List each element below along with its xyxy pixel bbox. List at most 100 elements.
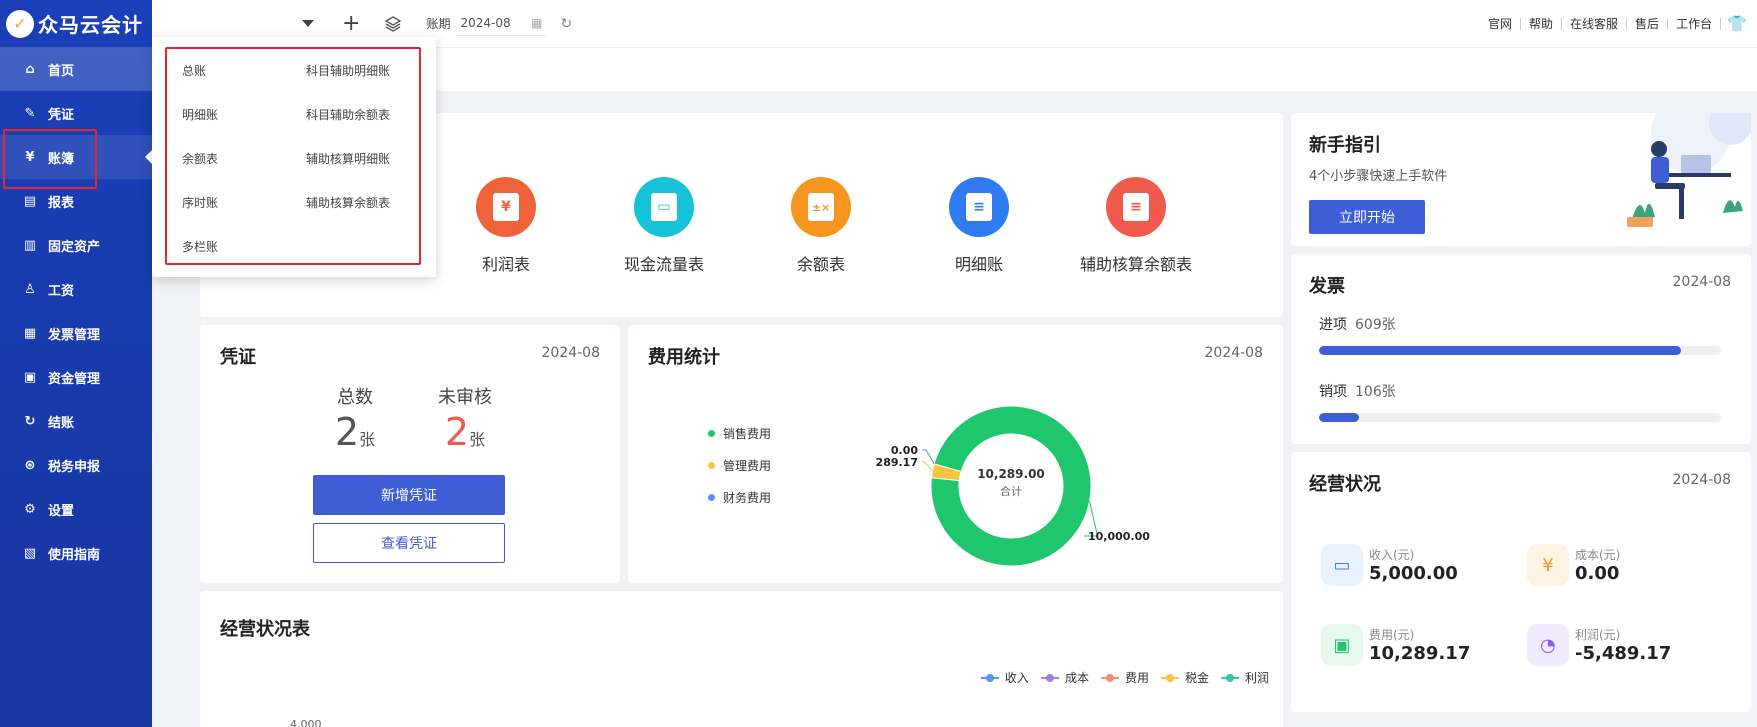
link-after-sales[interactable]: 售后 (1627, 17, 1669, 30)
donut-value-label: 10,000.00 (1088, 530, 1150, 543)
total-stat: 总数 2张 (300, 383, 410, 455)
stat-value: 2 (444, 410, 470, 454)
operation-status-card: 经营状况 2024-08 ▭ 收入(元) 5,000.00 ¥ 成本(元) 0.00… (1291, 452, 1751, 712)
sidebar: ✓ 众马云会计 ⌂ 首页 ✎ 凭证 ¥ 账簿 ▤ 报表 ▥ 固定资产 ♙ 工资 ▦ 发票管理 … (0, 0, 152, 727)
document-icon: ≡ (1106, 177, 1166, 237)
sidebar-item-reports[interactable]: ▤ 报表 (0, 179, 152, 223)
sidebar-item-tax[interactable]: ⊛ 税务申报 (0, 443, 152, 487)
quick-item-label: 辅助核算余额表 (1079, 255, 1192, 274)
stat-unit: 张 (359, 430, 376, 449)
menu-item-general-ledger[interactable]: 总账 (182, 62, 206, 79)
yen-document-icon: ¥ (476, 177, 536, 237)
menu-item-aux-balance[interactable]: 辅助核算余额表 (306, 194, 390, 211)
legend-item[interactable]: 成本 (1040, 669, 1089, 686)
quick-item-label: 利润表 (481, 255, 530, 274)
sidebar-item-settings[interactable]: ⚙ 设置 (0, 487, 152, 531)
sidebar-item-guide[interactable]: ▧ 使用指南 (0, 531, 152, 575)
card-title: 经营状况 (1309, 474, 1381, 495)
link-official-site[interactable]: 官网 (1480, 17, 1522, 30)
plus-icon[interactable]: + (342, 11, 360, 36)
invoice-out-row: 销项 106张 (1319, 381, 1721, 422)
donut-center-value: 10,289.00 (977, 467, 1045, 481)
chevron-down-icon[interactable] (302, 20, 314, 27)
menu-item-subject-aux-detail[interactable]: 科目辅助明细账 (306, 62, 390, 79)
sidebar-item-label: 工资 (48, 283, 75, 299)
menu-item-detail-ledger[interactable]: 明细账 (182, 106, 218, 123)
sidebar-item-label: 税务申报 (48, 459, 101, 475)
legend-item[interactable]: 利润 (1220, 669, 1269, 686)
cost-stat: ¥ 成本(元) 0.00 (1527, 544, 1620, 586)
link-help[interactable]: 帮助 (1521, 17, 1563, 30)
sidebar-item-home[interactable]: ⌂ 首页 (0, 47, 152, 91)
building-icon: ▥ (23, 237, 37, 253)
sidebar-item-salary[interactable]: ♙ 工资 (0, 267, 152, 311)
link-online-service[interactable]: 在线客服 (1562, 17, 1628, 30)
salary-icon: ♙ (24, 281, 36, 297)
invoice-in-row: 进项 609张 (1319, 314, 1721, 355)
card-title: 凭证 (220, 347, 256, 368)
quick-item-profit[interactable]: ¥ 利润表 (436, 177, 576, 275)
menu-item-balance-sheet[interactable]: 余额表 (182, 150, 218, 167)
legend-item[interactable]: 费用 (1100, 669, 1149, 686)
quick-item-label: 明细账 (954, 255, 1003, 274)
closing-icon: ↻ (24, 413, 36, 429)
report-icon: ▤ (23, 193, 37, 209)
donut-leader-line (922, 461, 933, 472)
card-date: 2024-08 (1672, 274, 1732, 290)
menu-item-multi-column[interactable]: 多栏账 (182, 238, 218, 255)
guide-illustration (1627, 113, 1751, 227)
link-workbench[interactable]: 工作台 (1668, 17, 1722, 30)
add-voucher-button[interactable]: 新增凭证 (313, 475, 505, 515)
sidebar-item-label: 资金管理 (48, 371, 101, 387)
calculator-icon: ±× (791, 177, 851, 237)
pie-chart-icon: ◔ (1527, 624, 1569, 666)
quick-item-cashflow[interactable]: ▭ 现金流量表 (594, 177, 734, 275)
theme-shirt-icon[interactable]: 👕 (1727, 14, 1747, 33)
sidebar-item-closing[interactable]: ↻ 结账 (0, 399, 152, 443)
menu-item-subject-aux-balance[interactable]: 科目辅助余额表 (306, 106, 390, 123)
sidebar-item-label: 账簿 (48, 151, 75, 167)
sidebar-item-voucher[interactable]: ✎ 凭证 (0, 91, 152, 135)
beginner-guide-card: 新手指引 4个小步骤快速上手软件 立即开始 (1291, 113, 1751, 246)
calendar-icon: ▦ (531, 16, 543, 30)
sidebar-item-label: 使用指南 (48, 547, 101, 563)
refresh-icon[interactable]: ↻ (560, 16, 572, 32)
invoice-card: 发票 2024-08 进项 609张 销项 106张 (1291, 254, 1751, 444)
card-title: 发票 (1309, 276, 1345, 297)
period-picker[interactable]: 2024-08 ▦ (456, 12, 547, 36)
profit-stat: ◔ 利润(元) -5,489.17 (1527, 624, 1671, 666)
ledger-submenu: 总账 明细账 余额表 序时账 多栏账 科目辅助明细账 科目辅助余额表 辅助核算明… (152, 37, 436, 277)
home-icon: ⌂ (25, 61, 35, 77)
view-voucher-button[interactable]: 查看凭证 (313, 523, 505, 563)
expense-stats-card: 费用统计 2024-08 销售费用 管理费用 财务费用 10,289.00 合计… (628, 325, 1283, 583)
cost-icon: ¥ (1527, 544, 1569, 586)
quick-item-aux-balance[interactable]: ≡ 辅助核算余额表 (1066, 177, 1206, 275)
invoice-out-progress (1319, 413, 1721, 422)
donut-value-label: 289.17 (876, 456, 918, 469)
business-table-card: 经营状况表 收入 成本 费用 税金 利润 4,000 (200, 591, 1283, 727)
income-stat: ▭ 收入(元) 5,000.00 (1321, 544, 1458, 586)
gear-icon: ⚙ (24, 501, 36, 517)
tax-icon: ⊛ (24, 457, 36, 473)
sidebar-item-label: 固定资产 (48, 239, 101, 255)
card-date: 2024-08 (541, 345, 601, 361)
stat-value: 2 (334, 410, 360, 454)
menu-item-journal[interactable]: 序时账 (182, 194, 218, 211)
start-button[interactable]: 立即开始 (1309, 200, 1425, 234)
voucher-card: 凭证 2024-08 总数 2张 未审核 2张 新增凭证 查看凭证 (200, 325, 620, 583)
app-logo[interactable]: ✓ 众马云会计 (0, 0, 152, 47)
sidebar-item-ledger[interactable]: ¥ 账簿 (0, 135, 152, 179)
layers-icon[interactable] (384, 15, 402, 33)
sidebar-item-fixed-assets[interactable]: ▥ 固定资产 (0, 223, 152, 267)
legend-item[interactable]: 税金 (1160, 669, 1209, 686)
invoice-icon: ▦ (23, 325, 37, 341)
stat-label: 未审核 (438, 387, 492, 408)
donut-value-label: 0.00 (891, 444, 918, 457)
legend-item[interactable]: 收入 (980, 669, 1029, 686)
quick-item-detail[interactable]: ≡ 明细账 (909, 177, 1049, 275)
quick-item-balance[interactable]: ±× 余额表 (751, 177, 891, 275)
sidebar-item-invoice[interactable]: ▦ 发票管理 (0, 311, 152, 355)
sidebar-item-funds[interactable]: ▣ 资金管理 (0, 355, 152, 399)
menu-item-aux-detail[interactable]: 辅助核算明细账 (306, 150, 390, 167)
sidebar-item-label: 首页 (48, 63, 75, 79)
